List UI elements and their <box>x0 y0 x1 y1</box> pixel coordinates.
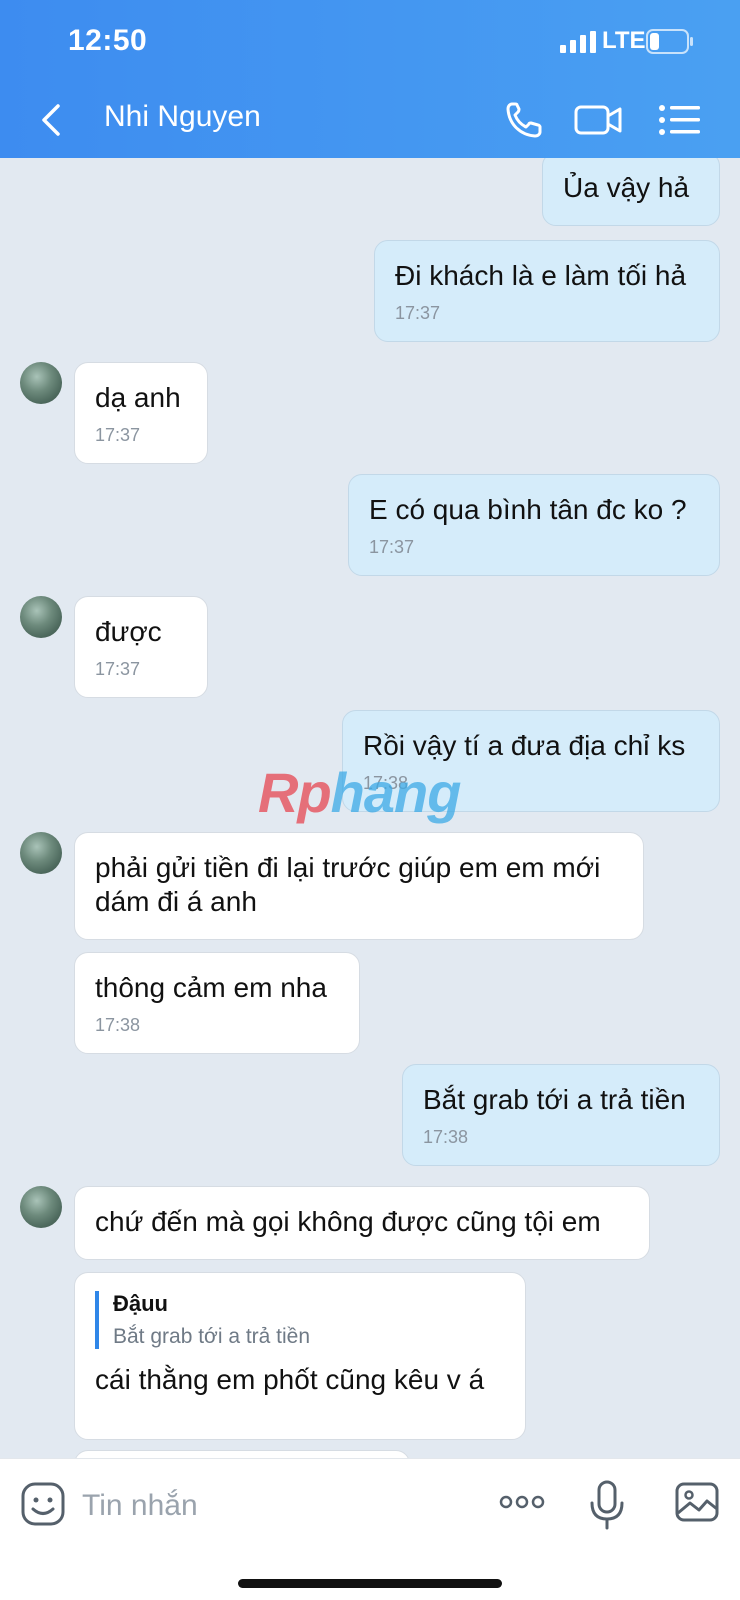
home-indicator <box>238 1579 502 1588</box>
avatar[interactable] <box>20 1186 62 1228</box>
message-received[interactable] <box>74 1450 410 1458</box>
message-text: cái thằng em phốt cũng kêu v á <box>95 1364 485 1395</box>
message-input-bar: Tin nhắn <box>0 1458 740 1600</box>
message-time: 17:38 <box>423 1127 469 1147</box>
message-input[interactable]: Tin nhắn <box>82 1489 198 1523</box>
signal-icon <box>560 31 596 53</box>
message-text: thông cảm em nha <box>95 972 327 1003</box>
message-received[interactable]: dạ anh 17:37 <box>74 362 208 464</box>
message-time: 17:37 <box>95 425 141 445</box>
avatar[interactable] <box>20 596 62 638</box>
quote-text: Bắt grab tới a trả tiền <box>113 1325 311 1348</box>
watermark-logo: Rphang <box>258 761 461 824</box>
message-received[interactable]: thông cảm em nha 17:38 <box>74 952 360 1054</box>
microphone-icon[interactable] <box>584 1479 630 1531</box>
message-sent[interactable]: E có qua bình tân đc ko ? 17:37 <box>348 474 720 576</box>
message-text: Đi khách là e làm tối hả <box>395 260 687 291</box>
video-call-icon[interactable] <box>574 96 624 144</box>
quoted-message[interactable]: Đậuu Bắt grab tới a trả tiền <box>95 1291 505 1349</box>
image-gallery-icon[interactable] <box>674 1479 720 1525</box>
menu-list-icon[interactable] <box>656 96 706 144</box>
battery-icon <box>646 29 693 54</box>
avatar[interactable] <box>20 362 62 404</box>
message-text: E có qua bình tân đc ko ? <box>369 494 687 525</box>
more-options-icon[interactable] <box>498 1479 546 1525</box>
message-text: được <box>95 616 162 647</box>
status-time: 12:50 <box>68 24 148 57</box>
phone-icon[interactable] <box>500 96 550 144</box>
message-time: 17:38 <box>95 1015 141 1035</box>
back-icon[interactable] <box>36 100 66 140</box>
contact-name[interactable]: Nhi Nguyen <box>104 100 261 134</box>
message-received[interactable]: chứ đến mà gọi không được cũng tội em <box>74 1186 650 1260</box>
message-text: Rồi vậy tí a đưa địa chỉ ks <box>363 730 686 761</box>
message-time: 17:37 <box>395 303 441 323</box>
message-time: 17:37 <box>369 537 415 557</box>
message-text: Ủa vậy hả <box>563 172 690 203</box>
network-label: LTE <box>602 27 646 54</box>
message-received[interactable]: được 17:37 <box>74 596 208 698</box>
message-received[interactable]: phải gửi tiền đi lại trước giúp em em mớ… <box>74 832 644 940</box>
chat-header: 12:50 LTE Nhi Nguyen <box>0 0 740 158</box>
message-sent[interactable]: Đi khách là e làm tối hả 17:37 <box>374 240 720 342</box>
message-text: phải gửi tiền đi lại trước giúp em em mớ… <box>95 852 601 917</box>
message-received-reply[interactable]: Đậuu Bắt grab tới a trả tiền cái thằng e… <box>74 1272 526 1440</box>
message-text: dạ anh <box>95 382 181 413</box>
quote-author: Đậuu <box>113 1291 168 1316</box>
message-text: Bắt grab tới a trả tiền <box>423 1084 686 1115</box>
message-time: 17:37 <box>95 659 141 679</box>
sticker-emoji-icon[interactable] <box>20 1481 66 1527</box>
message-sent[interactable]: Ủa vậy hả <box>542 158 720 226</box>
message-text: chứ đến mà gọi không được cũng tội em <box>95 1206 601 1237</box>
message-sent[interactable]: Bắt grab tới a trả tiền 17:38 <box>402 1064 720 1166</box>
avatar[interactable] <box>20 832 62 874</box>
